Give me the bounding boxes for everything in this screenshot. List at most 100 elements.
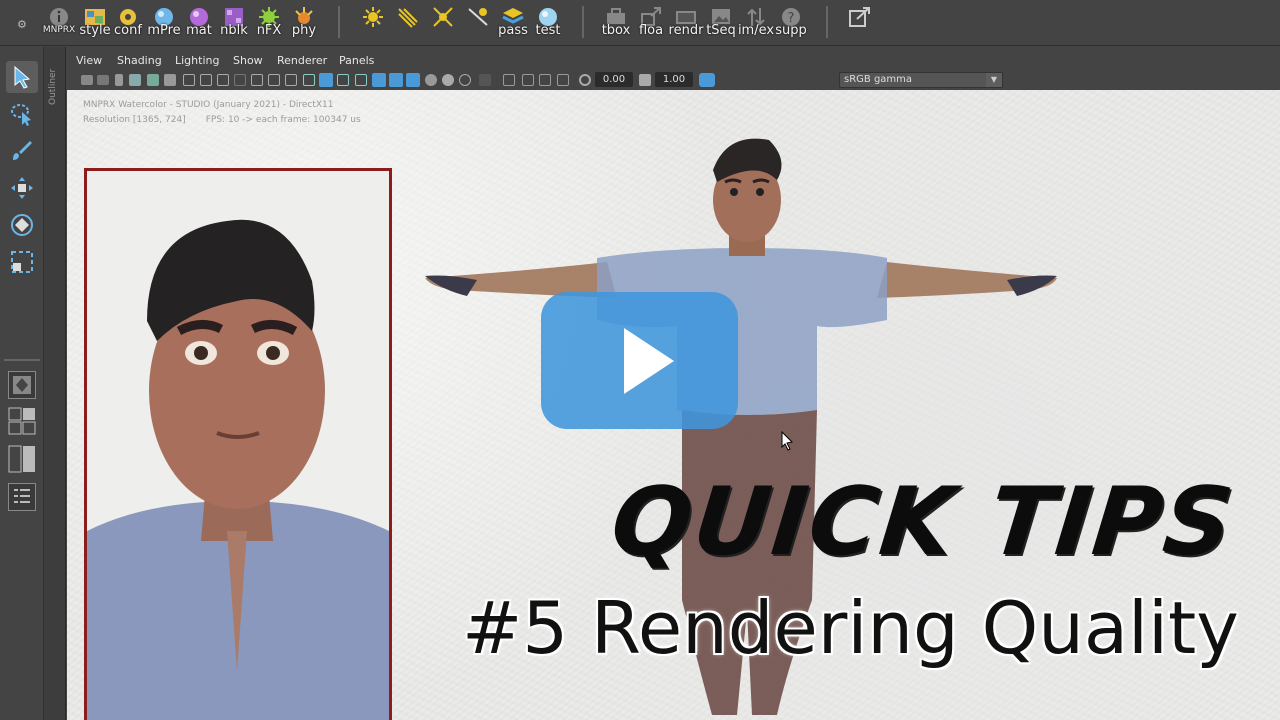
move-tool[interactable]: [6, 172, 38, 204]
light-pointer-icon: [468, 8, 488, 26]
field-chart-icon[interactable]: [251, 74, 263, 86]
shelf-button-mnprx[interactable]: MNPRX: [42, 4, 76, 42]
viewport-toolbar: 0.00 1.00 sRGB gamma ▼: [67, 70, 1280, 90]
play-icon: [624, 328, 674, 394]
select-arrow-icon: [14, 65, 31, 89]
shelf-button-light-pointer[interactable]: [461, 4, 495, 42]
move-arrows-icon: [11, 177, 33, 199]
camera-select-icon[interactable]: [81, 75, 93, 85]
menu-lighting[interactable]: Lighting: [175, 54, 219, 67]
bookmark-icon[interactable]: [115, 74, 123, 86]
layout-two-icon: [8, 445, 35, 473]
viewport-menu-bar: View Shading Lighting Show Renderer Pane…: [67, 50, 1280, 70]
outliner-tab[interactable]: Outliner: [44, 47, 66, 720]
wireframe-icon[interactable]: [303, 74, 315, 86]
gamma-field[interactable]: 1.00: [655, 72, 693, 87]
shelf-button-light-cross[interactable]: [426, 4, 460, 42]
shelf-button-mat[interactable]: mat: [182, 4, 216, 42]
shelf-button-imex[interactable]: im/ex: [738, 4, 774, 42]
default-material-icon[interactable]: [355, 74, 367, 86]
shelf-button-nblk[interactable]: nblk: [217, 4, 251, 42]
safe-title-icon[interactable]: [285, 74, 297, 86]
resolution-gate-icon[interactable]: [217, 74, 229, 86]
grid-icon[interactable]: [183, 74, 195, 86]
smooth-shade-icon[interactable]: [319, 73, 333, 87]
shelf-button-nfx[interactable]: nFX: [252, 4, 286, 42]
lasso-tool[interactable]: [6, 98, 38, 130]
menu-renderer[interactable]: Renderer: [277, 54, 327, 67]
shelf-button-pass[interactable]: pass: [496, 4, 530, 42]
layout-single-icon: [13, 376, 31, 394]
external-link-icon: [849, 7, 870, 27]
outliner-layout-button[interactable]: [8, 483, 36, 511]
gate-mask-icon[interactable]: [234, 74, 246, 86]
outliner-list-icon: [14, 489, 30, 503]
closeup-portrait: [87, 219, 389, 720]
image-plane-icon[interactable]: [129, 74, 141, 86]
color-space-value: sRGB gamma: [844, 74, 913, 85]
single-pane-layout-button[interactable]: [8, 371, 36, 399]
hud-resolution-info: Resolution [1365, 724] FPS: 10 -> each f…: [83, 115, 361, 125]
light-arrow-icon: [398, 8, 418, 28]
xray-active-icon[interactable]: [442, 74, 454, 86]
grease-pencil-icon[interactable]: [164, 74, 176, 86]
textured-icon[interactable]: [372, 73, 386, 87]
shelf-button-rendr[interactable]: rendr: [669, 4, 703, 42]
shelf-button-light[interactable]: [356, 4, 390, 42]
shelf-button-phy[interactable]: phy: [287, 4, 321, 42]
ambient-occlusion-icon[interactable]: [503, 74, 515, 86]
rotate-tool[interactable]: [6, 209, 38, 241]
film-gate-icon[interactable]: [200, 74, 212, 86]
shelf-settings-icon[interactable]: ⚙: [17, 19, 29, 31]
shelf-button-mpre[interactable]: mPre: [147, 4, 181, 42]
menu-panels[interactable]: Panels: [339, 54, 374, 67]
xray-icon[interactable]: [425, 74, 437, 86]
shelf-separator: [338, 6, 340, 38]
shelf-button-conf[interactable]: conf: [111, 4, 145, 42]
color-space-select[interactable]: sRGB gamma ▼: [839, 72, 1003, 88]
shelf-button-external[interactable]: [843, 4, 877, 42]
light-cross-icon: [433, 7, 453, 27]
scale-tool[interactable]: [6, 246, 38, 278]
light-icon: [363, 7, 383, 27]
video-play-button[interactable]: [541, 292, 738, 429]
shelf-button-supp[interactable]: ? supp: [774, 4, 808, 42]
wireframe-on-shaded-icon[interactable]: [337, 74, 349, 86]
tool-box: [0, 47, 44, 720]
shelf-button-light-arrow[interactable]: [391, 4, 425, 42]
four-pane-layout-button[interactable]: [8, 407, 36, 435]
isolate-select-icon[interactable]: [479, 74, 491, 86]
paint-brush-icon: [13, 141, 32, 160]
menu-view[interactable]: View: [76, 54, 102, 67]
two-pane-layout-button[interactable]: [8, 445, 36, 473]
shelf-button-tseq[interactable]: tSeq: [704, 4, 738, 42]
select-tool[interactable]: [6, 61, 38, 93]
shelf-button-tbox[interactable]: tbox: [599, 4, 633, 42]
scale-icon: [11, 251, 33, 273]
paint-select-tool[interactable]: [6, 135, 38, 167]
safe-action-icon[interactable]: [268, 74, 280, 86]
2d-pan-icon[interactable]: [147, 74, 159, 86]
menu-shading[interactable]: Shading: [117, 54, 162, 67]
layout-four-icon: [8, 407, 36, 435]
xray-joints-icon[interactable]: [459, 74, 471, 86]
shelf-button-floa[interactable]: floa: [634, 4, 668, 42]
gamma-icon[interactable]: [639, 74, 651, 86]
motion-blur-icon[interactable]: [522, 74, 534, 86]
exposure-icon[interactable]: [579, 74, 591, 86]
depth-of-field-icon[interactable]: [557, 74, 569, 86]
multisample-aa-icon[interactable]: [539, 74, 551, 86]
shelf-button-test[interactable]: test: [531, 4, 565, 42]
shelf-separator: [582, 6, 584, 38]
closeup-inset: [84, 168, 392, 720]
rotate-icon: [11, 214, 33, 236]
shadows-icon[interactable]: [406, 73, 420, 87]
lasso-icon: [11, 104, 31, 126]
exposure-field[interactable]: 0.00: [595, 72, 633, 87]
color-management-icon[interactable]: [699, 73, 715, 87]
use-all-lights-icon[interactable]: [389, 73, 403, 87]
toolbox-divider: [4, 359, 40, 361]
overlay-title: QUICK TIPS: [606, 468, 1240, 577]
camera-attributes-icon[interactable]: [97, 75, 109, 85]
menu-show[interactable]: Show: [233, 54, 263, 67]
